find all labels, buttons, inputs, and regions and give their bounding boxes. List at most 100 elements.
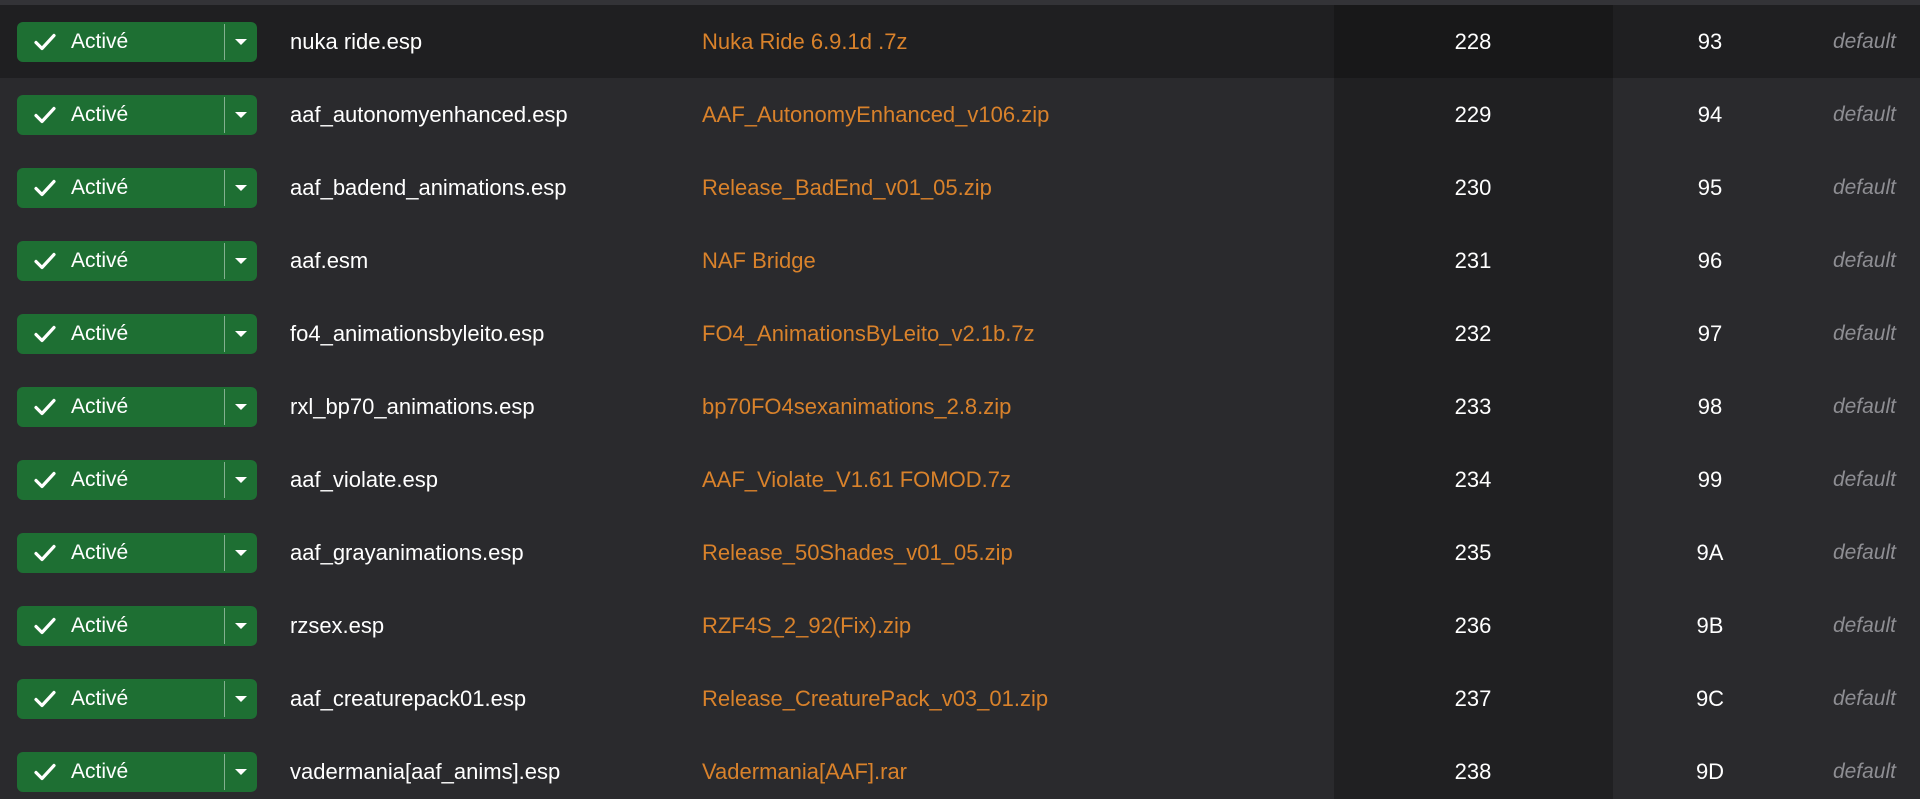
- mod-index: 94: [1697, 102, 1723, 127]
- profile-label: default: [1832, 30, 1896, 53]
- status-dropdown-button[interactable]: Activé: [17, 387, 257, 427]
- status-toggle[interactable]: Activé: [17, 168, 224, 208]
- status-menu-toggle[interactable]: [225, 460, 257, 500]
- status-dropdown-button[interactable]: Activé: [17, 95, 257, 135]
- load-priority: 237: [1454, 686, 1492, 711]
- plugin-name: aaf_creaturepack01.esp: [290, 686, 527, 711]
- mod-index: 97: [1697, 321, 1723, 346]
- table-row[interactable]: Activé aaf_badend_animations.esp Release…: [0, 151, 1920, 224]
- load-priority: 228: [1454, 29, 1492, 54]
- table-row[interactable]: Activé aaf_autonomyenhanced.esp AAF_Auto…: [0, 78, 1920, 151]
- caret-down-icon: [235, 623, 247, 629]
- status-toggle[interactable]: Activé: [17, 95, 224, 135]
- caret-down-icon: [235, 696, 247, 702]
- checkmark-icon: [34, 106, 56, 124]
- profile-label: default: [1832, 760, 1896, 783]
- status-toggle[interactable]: Activé: [17, 679, 224, 719]
- status-label: Activé: [71, 176, 129, 199]
- status-dropdown-button[interactable]: Activé: [17, 679, 257, 719]
- plugin-table: Activé nuka ride.esp Nuka Ride 6.9.1d .7…: [0, 0, 1920, 799]
- table-row[interactable]: Activé aaf.esm NAF Bridge 231 96 default: [0, 224, 1920, 297]
- plugin-name: aaf_grayanimations.esp: [290, 540, 524, 565]
- status-toggle[interactable]: Activé: [17, 314, 224, 354]
- status-label: Activé: [71, 322, 129, 345]
- status-label: Activé: [71, 249, 129, 272]
- status-dropdown-button[interactable]: Activé: [17, 606, 257, 646]
- status-toggle[interactable]: Activé: [17, 460, 224, 500]
- checkmark-icon: [34, 763, 56, 781]
- mod-index: 9C: [1695, 686, 1725, 711]
- status-dropdown-button[interactable]: Activé: [17, 22, 257, 62]
- status-dropdown-button[interactable]: Activé: [17, 168, 257, 208]
- mod-index: 9B: [1696, 613, 1724, 638]
- status-menu-toggle[interactable]: [225, 241, 257, 281]
- load-priority: 232: [1454, 321, 1492, 346]
- profile-label: default: [1832, 614, 1896, 637]
- table-row[interactable]: Activé rxl_bp70_animations.esp bp70FO4se…: [0, 370, 1920, 443]
- table-row[interactable]: Activé aaf_grayanimations.esp Release_50…: [0, 516, 1920, 589]
- mod-name-link[interactable]: FO4_AnimationsByLeito_v2.1b.7z: [702, 297, 1035, 370]
- mod-name-link[interactable]: AAF_Violate_V1.61 FOMOD.7z: [702, 443, 1011, 516]
- plugin-name: rxl_bp70_animations.esp: [290, 394, 535, 419]
- mod-name-link[interactable]: RZF4S_2_92(Fix).zip: [702, 589, 911, 662]
- status-toggle[interactable]: Activé: [17, 752, 224, 792]
- table-row[interactable]: Activé aaf_creaturepack01.esp Release_Cr…: [0, 662, 1920, 735]
- status-menu-toggle[interactable]: [225, 387, 257, 427]
- mod-index: 98: [1697, 394, 1723, 419]
- status-dropdown-button[interactable]: Activé: [17, 460, 257, 500]
- load-priority: 236: [1454, 613, 1492, 638]
- mod-name-link[interactable]: AAF_AutonomyEnhanced_v106.zip: [702, 78, 1049, 151]
- status-toggle[interactable]: Activé: [17, 22, 224, 62]
- plugin-name: rzsex.esp: [290, 613, 385, 638]
- status-dropdown-button[interactable]: Activé: [17, 752, 257, 792]
- status-menu-toggle[interactable]: [225, 168, 257, 208]
- mod-index: 99: [1697, 467, 1723, 492]
- status-menu-toggle[interactable]: [225, 679, 257, 719]
- table-row[interactable]: Activé vadermania[aaf_anims].esp Vaderma…: [0, 735, 1920, 799]
- status-menu-toggle[interactable]: [225, 752, 257, 792]
- table-row[interactable]: Activé nuka ride.esp Nuka Ride 6.9.1d .7…: [0, 5, 1920, 78]
- status-menu-toggle[interactable]: [225, 95, 257, 135]
- status-menu-toggle[interactable]: [225, 314, 257, 354]
- caret-down-icon: [235, 404, 247, 410]
- mod-name-link[interactable]: Release_50Shades_v01_05.zip: [702, 516, 1013, 589]
- status-toggle[interactable]: Activé: [17, 387, 224, 427]
- status-dropdown-button[interactable]: Activé: [17, 241, 257, 281]
- caret-down-icon: [235, 331, 247, 337]
- status-menu-toggle[interactable]: [225, 606, 257, 646]
- profile-label: default: [1832, 249, 1896, 272]
- plugin-name: vadermania[aaf_anims].esp: [290, 759, 561, 784]
- checkmark-icon: [34, 325, 56, 343]
- plugin-name: fo4_animationsbyleito.esp: [290, 321, 545, 346]
- mod-name-link[interactable]: Release_BadEnd_v01_05.zip: [702, 151, 992, 224]
- status-dropdown-button[interactable]: Activé: [17, 314, 257, 354]
- profile-label: default: [1832, 322, 1896, 345]
- load-priority: 235: [1454, 540, 1492, 565]
- status-label: Activé: [71, 614, 129, 637]
- status-menu-toggle[interactable]: [225, 22, 257, 62]
- status-toggle[interactable]: Activé: [17, 533, 224, 573]
- status-label: Activé: [71, 468, 129, 491]
- table-row[interactable]: Activé rzsex.esp RZF4S_2_92(Fix).zip 236…: [0, 589, 1920, 662]
- load-priority: 238: [1454, 759, 1492, 784]
- checkmark-icon: [34, 179, 56, 197]
- status-dropdown-button[interactable]: Activé: [17, 533, 257, 573]
- plugin-name: aaf.esm: [290, 248, 369, 273]
- mod-index: 9D: [1695, 759, 1725, 784]
- caret-down-icon: [235, 185, 247, 191]
- status-menu-toggle[interactable]: [225, 533, 257, 573]
- mod-name-link[interactable]: Vadermania[AAF].rar: [702, 735, 907, 799]
- plugin-rows: Activé nuka ride.esp Nuka Ride 6.9.1d .7…: [0, 5, 1920, 799]
- mod-name-link[interactable]: bp70FO4sexanimations_2.8.zip: [702, 370, 1011, 443]
- table-row[interactable]: Activé aaf_violate.esp AAF_Violate_V1.61…: [0, 443, 1920, 516]
- status-toggle[interactable]: Activé: [17, 606, 224, 646]
- status-toggle[interactable]: Activé: [17, 241, 224, 281]
- table-row[interactable]: Activé fo4_animationsbyleito.esp FO4_Ani…: [0, 297, 1920, 370]
- mod-name-link[interactable]: NAF Bridge: [702, 224, 816, 297]
- mod-name-link[interactable]: Release_CreaturePack_v03_01.zip: [702, 662, 1048, 735]
- load-priority: 231: [1454, 248, 1492, 273]
- mod-index: 9A: [1696, 540, 1724, 565]
- mod-name-link[interactable]: Nuka Ride 6.9.1d .7z: [702, 5, 907, 78]
- caret-down-icon: [235, 769, 247, 775]
- checkmark-icon: [34, 398, 56, 416]
